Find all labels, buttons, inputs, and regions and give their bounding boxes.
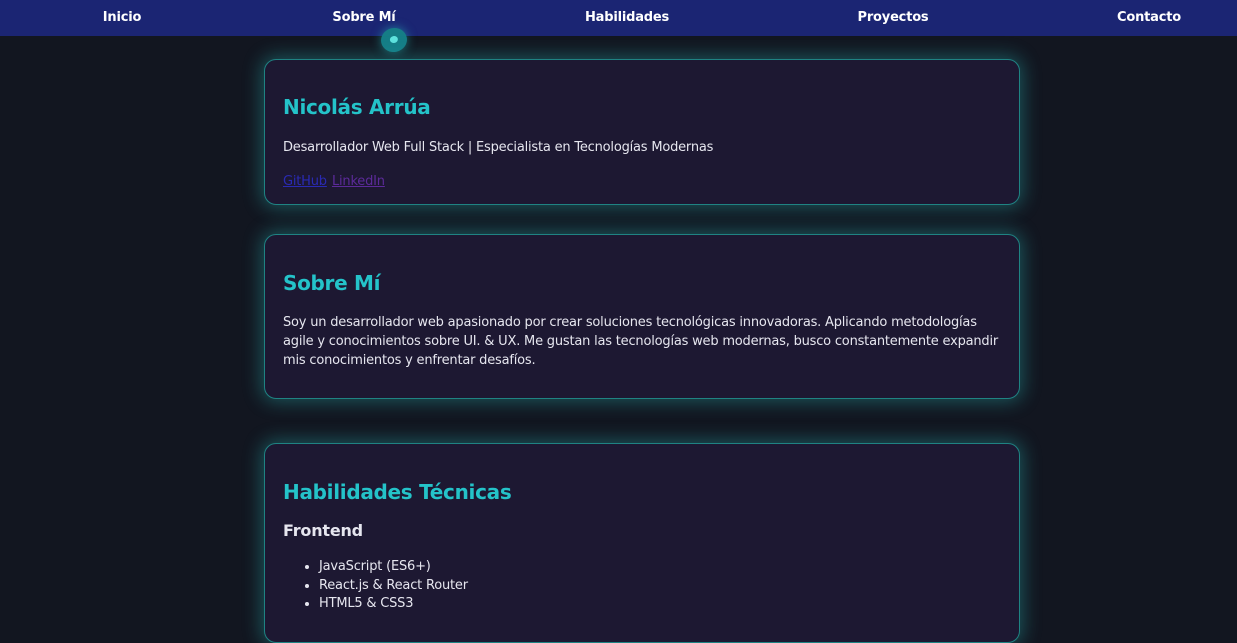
frontend-skill-list: JavaScript (ES6+) React.js & React Route… [283,558,468,614]
profile-tagline: Desarrollador Web Full Stack | Especiali… [283,140,714,155]
nav-link-proyectos[interactable]: Proyectos [858,0,929,36]
list-item: HTML5 & CSS3 [319,595,468,614]
profile-name: Nicolás Arrúa [283,95,431,119]
nav-link-habilidades[interactable]: Habilidades [585,0,669,36]
list-item: React.js & React Router [319,577,468,596]
about-card: Sobre Mí Soy un desarrollador web apasio… [264,234,1020,399]
github-link[interactable]: GitHub [283,174,327,189]
linkedin-link[interactable]: LinkedIn [332,174,385,189]
frontend-subtitle: Frontend [283,521,363,540]
social-links: GitHub LinkedIn [283,170,385,189]
nav-link-inicio[interactable]: Inicio [103,0,142,36]
top-nav: Inicio Sobre Mí Habilidades Proyectos Co… [0,0,1237,36]
nav-link-contacto[interactable]: Contacto [1117,0,1181,36]
list-item: JavaScript (ES6+) [319,558,468,577]
skills-card: Habilidades Técnicas Frontend JavaScript… [264,443,1020,643]
about-text: Soy un desarrollador web apasionado por … [283,315,999,368]
profile-card: Nicolás Arrúa Desarrollador Web Full Sta… [264,59,1020,205]
skills-title: Habilidades Técnicas [283,480,512,504]
about-title: Sobre Mí [283,271,381,295]
